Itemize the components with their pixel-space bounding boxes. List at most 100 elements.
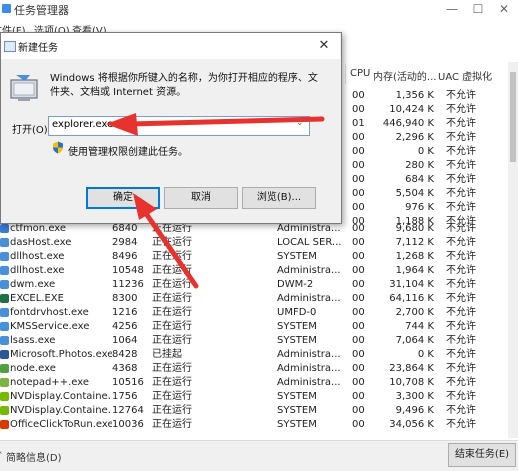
column-header-memory[interactable]: 内存(活动的...	[373, 68, 436, 83]
dialog-close-button[interactable]: ✕	[314, 36, 334, 56]
process-status: 正在运行	[152, 391, 192, 402]
process-uac: 不允许	[446, 146, 476, 157]
process-cpu: 01	[352, 118, 365, 129]
process-row[interactable]: KMSService.exe 4256 正在运行 SYSTEM 00 744 K 不允许	[0, 320, 508, 334]
process-icon	[0, 406, 9, 415]
end-task-button[interactable]: 结束任务(E)	[448, 443, 516, 467]
process-icon	[0, 294, 9, 303]
process-status: 正在运行	[152, 419, 192, 430]
process-pid: 11236	[112, 279, 144, 290]
process-row[interactable]: dllhost.exe 10548 正在运行 Administra... 00 1,964…	[0, 264, 508, 278]
process-memory: 446,940 K	[382, 118, 434, 129]
process-pid: 4368	[112, 363, 138, 374]
process-row[interactable]: EXCEL.EXE 8300 正在运行 Administra... 00 64,116 K…	[0, 292, 508, 306]
process-cpu: 00	[352, 405, 365, 416]
process-cpu: 00	[352, 132, 365, 143]
process-status: 正在运行	[152, 293, 192, 304]
process-user: SYSTEM	[277, 405, 317, 416]
process-pid: 12764	[112, 405, 144, 416]
column-header-uac[interactable]: UAC 虚拟化	[438, 68, 492, 83]
process-status: 正在运行	[152, 307, 192, 318]
app-title: 任务管理器	[14, 4, 69, 17]
process-pid: 8300	[112, 293, 138, 304]
process-pid: 1216	[112, 307, 138, 318]
process-cpu: 00	[352, 223, 365, 234]
column-header-cpu[interactable]: CPU	[350, 68, 370, 79]
process-row[interactable]: notepad++.exe 10516 正在运行 Administra... 00 10,…	[0, 376, 508, 390]
process-icon	[0, 350, 9, 359]
process-icon	[0, 378, 9, 387]
close-button[interactable]: ✕	[492, 1, 516, 17]
uac-shield-icon	[53, 141, 63, 154]
process-pid: 4256	[112, 321, 138, 332]
process-row[interactable]: dwm.exe 11236 正在运行 DWM-2 00 31,104 K 不允许	[0, 278, 508, 292]
process-row[interactable]: OfficeClickToRun.exe 10036 正在运行 SYSTEM 00 34,…	[0, 418, 508, 432]
process-icon	[0, 364, 9, 373]
process-user: SYSTEM	[277, 419, 317, 430]
process-uac: 不允许	[446, 419, 476, 430]
process-icon	[0, 252, 9, 261]
minimize-button[interactable]: —	[440, 1, 464, 17]
process-memory: 64,116 K	[389, 293, 434, 304]
fewer-details-link[interactable]: 简略信息(D)	[6, 449, 62, 464]
chevron-down-icon[interactable]: ⌄	[296, 118, 304, 128]
process-uac: 不允许	[446, 321, 476, 332]
process-row[interactable]: lsass.exe 1064 正在运行 SYSTEM 00 7,064 K 不允许	[0, 334, 508, 348]
process-row[interactable]: fontdrvhost.exe 1216 正在运行 UMFD-0 00 2,700 K 不允…	[0, 306, 508, 320]
process-memory: 1,356 K	[395, 90, 434, 101]
process-cpu: 00	[352, 90, 365, 101]
process-memory: 976 K	[405, 202, 434, 213]
dialog-description: Windows 将根据你所键入的名称，为你打开相应的程序、文件夹、文档或 Int…	[50, 73, 318, 98]
process-pid: 6840	[112, 223, 138, 234]
task-manager-icon	[2, 4, 11, 13]
process-name: lsass.exe	[10, 335, 56, 346]
process-icon	[0, 224, 9, 233]
process-user: Administra...	[277, 223, 341, 234]
process-cpu: 00	[352, 391, 365, 402]
process-cpu: 00	[352, 104, 365, 115]
scrollbar-thumb[interactable]	[510, 72, 516, 162]
process-pid: 1756	[112, 391, 138, 402]
process-name: dllhost.exe	[10, 251, 65, 262]
maximize-button[interactable]: ☐	[466, 1, 490, 17]
cancel-button[interactable]: 取消	[164, 187, 238, 209]
process-uac: 不允许	[446, 237, 476, 248]
process-row[interactable]: dasHost.exe 2984 正在运行 LOCAL SER... 00 7,112 K…	[0, 236, 508, 250]
process-user: SYSTEM	[277, 391, 317, 402]
process-cpu: 00	[352, 251, 365, 262]
process-uac: 不允许	[446, 265, 476, 276]
process-user: Administra...	[277, 363, 341, 374]
process-name: EXCEL.EXE	[10, 293, 64, 304]
process-memory: 0 K	[417, 349, 434, 360]
process-row[interactable]: dllhost.exe 8496 正在运行 SYSTEM 00 1,268 K 不允许	[0, 250, 508, 264]
process-user: SYSTEM	[277, 321, 317, 332]
process-icon	[0, 322, 9, 331]
process-pid: 1064	[112, 335, 138, 346]
process-cpu: 00	[352, 202, 365, 213]
chevron-up-icon[interactable]: ⌃	[0, 451, 4, 461]
process-cpu: 00	[352, 307, 365, 318]
process-memory: 7,064 K	[395, 335, 434, 346]
process-cpu: 00	[352, 237, 365, 248]
process-user: Administra...	[277, 377, 341, 388]
process-name: OfficeClickToRun.exe	[10, 419, 112, 430]
process-memory: 23,864 K	[389, 363, 434, 374]
process-uac: 不允许	[446, 279, 476, 290]
process-pid: 8496	[112, 251, 138, 262]
process-row[interactable]: NVDisplay.Containe... 12764 正在运行 SYSTEM 00 9,…	[0, 404, 508, 418]
process-row[interactable]: NVDisplay.Containe... 1756 正在运行 SYSTEM 00 3,3…	[0, 390, 508, 404]
process-cpu: 00	[352, 279, 365, 290]
process-user: DWM-2	[277, 279, 314, 290]
command-input-value[interactable]: explorer.exe	[52, 119, 113, 130]
process-memory: 3,300 K	[395, 391, 434, 402]
process-cpu: 00	[352, 265, 365, 276]
process-row[interactable]: ctfmon.exe 6840 正在运行 Administra... 00 9,680 K…	[0, 222, 508, 236]
dialog-title: 新建任务	[18, 43, 58, 54]
browse-button[interactable]: 浏览(B)...	[242, 187, 316, 209]
ok-button[interactable]: 确定	[86, 187, 160, 209]
process-icon	[0, 392, 9, 401]
process-row[interactable]: node.exe 4368 正在运行 Administra... 00 23,864 K 不…	[0, 362, 508, 376]
process-memory: 280 K	[405, 160, 434, 171]
process-row[interactable]: Microsoft.Photos.exe 8428 已挂起 Administra...…	[0, 348, 508, 362]
process-uac: 不允许	[446, 293, 476, 304]
